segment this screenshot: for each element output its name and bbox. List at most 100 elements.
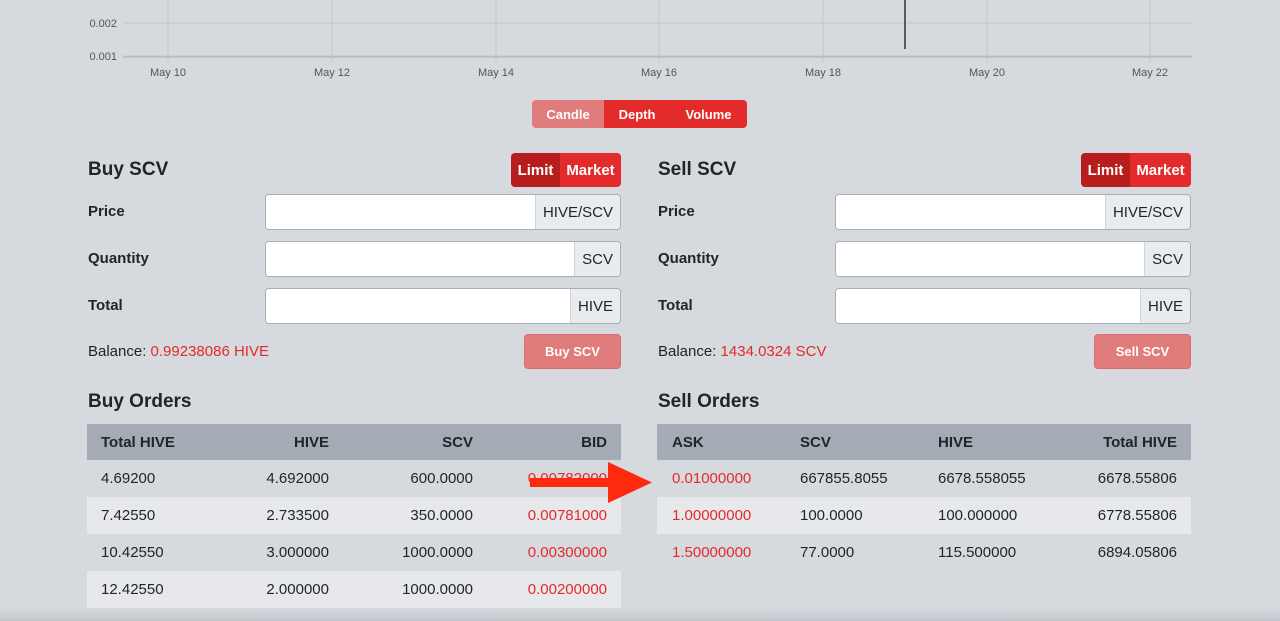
buy-market-button[interactable]: Market — [560, 153, 621, 187]
sell-orders-table: ASK SCV HIVE Total HIVE 0.01000000 66785… — [657, 424, 1191, 571]
buy-col-hive[interactable]: HIVE — [247, 424, 329, 460]
chart-y-tick-label: 0.002 — [89, 18, 117, 30]
depth-tab[interactable]: Depth — [604, 100, 670, 128]
chart-x-tick-label: May 10 — [150, 67, 186, 79]
buy-price-input[interactable] — [266, 195, 535, 229]
sell-order-total: 6678.55806 — [1097, 470, 1177, 487]
sell-order-ask: 1.50000000 — [672, 544, 752, 561]
buy-title: Buy SCV — [88, 159, 169, 180]
buy-order-total: 7.42550 — [87, 497, 247, 534]
buy-total-unit: HIVE — [569, 289, 620, 323]
buy-order-bid: 0.00300000 — [527, 544, 607, 561]
chart-x-tick-label: May 16 — [641, 67, 677, 79]
sell-order-row[interactable]: 1.50000000 77.0000 115.500000 6894.05806 — [657, 534, 1191, 571]
sell-order-hive: 6678.558055 — [938, 470, 1026, 487]
sell-balance: Balance: 1434.0324 SCV — [658, 343, 826, 360]
buy-order-row[interactable]: 10.42550 3.000000 1000.0000 0.00300000 — [87, 534, 621, 571]
sell-order-hive: 115.500000 — [938, 544, 1017, 561]
buy-total-label: Total — [88, 297, 123, 314]
sell-balance-value: 1434.0324 SCV — [720, 343, 827, 360]
sell-quantity-input[interactable] — [836, 242, 1145, 276]
volume-tab[interactable]: Volume — [670, 100, 747, 128]
buy-quantity-unit: SCV — [574, 242, 620, 276]
price-chart: 0.002 0.001 May 10 May 12 May 14 May 16 May 1… — [89, 0, 1192, 79]
sell-order-row[interactable]: 0.01000000 667855.8055 6678.558055 6678.… — [657, 460, 1191, 497]
chart-x-tick-label: May 22 — [1132, 67, 1168, 79]
chart-x-tick-label: May 18 — [805, 67, 841, 79]
sell-quantity-label: Quantity — [658, 250, 719, 267]
sell-orders-title: Sell Orders — [658, 391, 760, 412]
buy-scv-button[interactable]: Buy SCV — [524, 334, 621, 369]
buy-order-hive: 2.000000 — [247, 571, 329, 608]
buy-order-total: 4.69200 — [101, 470, 156, 487]
sell-order-row[interactable]: 1.00000000 100.0000 100.000000 6778.5580… — [657, 497, 1191, 534]
sell-title: Sell SCV — [658, 159, 737, 180]
buy-order-row[interactable]: 7.42550 2.733500 350.0000 0.00781000 — [87, 497, 621, 534]
chart-x-tick-label: May 14 — [478, 67, 514, 79]
buy-col-scv[interactable]: SCV — [329, 424, 473, 460]
sell-total-unit: HIVE — [1139, 289, 1190, 323]
sell-col-scv[interactable]: SCV — [800, 424, 938, 460]
sell-order-scv: 667855.8055 — [800, 470, 888, 487]
sell-limit-button[interactable]: Limit — [1081, 153, 1130, 187]
sell-order-ask: 0.01000000 — [672, 470, 752, 487]
chart-x-tick-label: May 12 — [314, 67, 350, 79]
buy-price-unit: HIVE/SCV — [534, 195, 620, 229]
sell-price-label: Price — [658, 203, 695, 220]
sell-col-hive[interactable]: HIVE — [938, 424, 1058, 460]
buy-order-total: 10.42550 — [101, 544, 164, 561]
sell-col-ask[interactable]: ASK — [657, 424, 800, 460]
sell-order-total: 6778.55806 — [1058, 497, 1191, 534]
chart-type-toggle: Candle Depth Volume — [532, 100, 747, 128]
bottom-shadow — [0, 609, 1280, 621]
buy-quantity-label: Quantity — [88, 250, 149, 267]
buy-order-scv: 1000.0000 — [329, 571, 473, 608]
chart-y-tick-label: 0.001 — [89, 51, 117, 63]
sell-total-input[interactable] — [836, 289, 1140, 323]
sell-order-type-toggle: Limit Market — [1081, 153, 1191, 187]
sell-balance-label: Balance: — [658, 343, 717, 360]
buy-col-total-hive[interactable]: Total HIVE — [87, 424, 247, 460]
sell-panel: Sell SCV Limit Market Price HIVE/SCV Qua… — [657, 150, 1191, 370]
sell-order-hive: 100.000000 — [938, 497, 1058, 534]
buy-order-hive: 3.000000 — [266, 544, 329, 561]
sell-order-total: 6894.05806 — [1097, 544, 1177, 561]
buy-order-scv: 350.0000 — [329, 497, 473, 534]
sell-price-input[interactable] — [836, 195, 1105, 229]
buy-order-row[interactable]: 4.69200 4.692000 600.0000 0.00782000 — [87, 460, 621, 497]
buy-balance-value: 0.99238086 HIVE — [150, 343, 269, 360]
sell-price-unit: HIVE/SCV — [1104, 195, 1190, 229]
sell-order-scv: 77.0000 — [800, 544, 855, 561]
sell-col-total-hive[interactable]: Total HIVE — [1058, 424, 1191, 460]
buy-order-bid: 0.00781000 — [473, 497, 621, 534]
sell-quantity-unit: SCV — [1144, 242, 1190, 276]
buy-order-total: 12.42550 — [87, 571, 247, 608]
sell-order-scv: 100.0000 — [800, 497, 938, 534]
buy-balance-label: Balance: — [88, 343, 147, 360]
buy-panel: Buy SCV Limit Market Price HIVE/SCV Quan… — [87, 150, 621, 370]
buy-order-scv: 600.0000 — [410, 470, 473, 487]
buy-order-hive: 2.733500 — [247, 497, 329, 534]
sell-orders-header-row: ASK SCV HIVE Total HIVE — [657, 424, 1191, 460]
sell-total-label: Total — [658, 297, 693, 314]
buy-balance: Balance: 0.99238086 HIVE — [88, 343, 269, 360]
candle-tab[interactable]: Candle — [532, 100, 604, 128]
buy-order-bid: 0.00200000 — [473, 571, 621, 608]
buy-total-input[interactable] — [266, 289, 570, 323]
sell-scv-button[interactable]: Sell SCV — [1094, 334, 1191, 369]
buy-quantity-input[interactable] — [266, 242, 575, 276]
buy-order-type-toggle: Limit Market — [511, 153, 621, 187]
buy-order-hive: 4.692000 — [266, 470, 329, 487]
buy-orders-table: Total HIVE HIVE SCV BID 4.69200 4.692000… — [87, 424, 621, 608]
buy-col-bid[interactable]: BID — [473, 424, 621, 460]
buy-limit-button[interactable]: Limit — [511, 153, 560, 187]
chart-x-tick-label: May 20 — [969, 67, 1005, 79]
buy-orders-header-row: Total HIVE HIVE SCV BID — [87, 424, 621, 460]
buy-order-row[interactable]: 12.42550 2.000000 1000.0000 0.00200000 — [87, 571, 621, 608]
buy-orders-title: Buy Orders — [88, 391, 192, 412]
buy-order-bid: 0.00782000 — [527, 470, 607, 487]
sell-market-button[interactable]: Market — [1130, 153, 1191, 187]
buy-price-label: Price — [88, 203, 125, 220]
sell-order-ask: 1.00000000 — [657, 497, 800, 534]
buy-order-scv: 1000.0000 — [402, 544, 473, 561]
